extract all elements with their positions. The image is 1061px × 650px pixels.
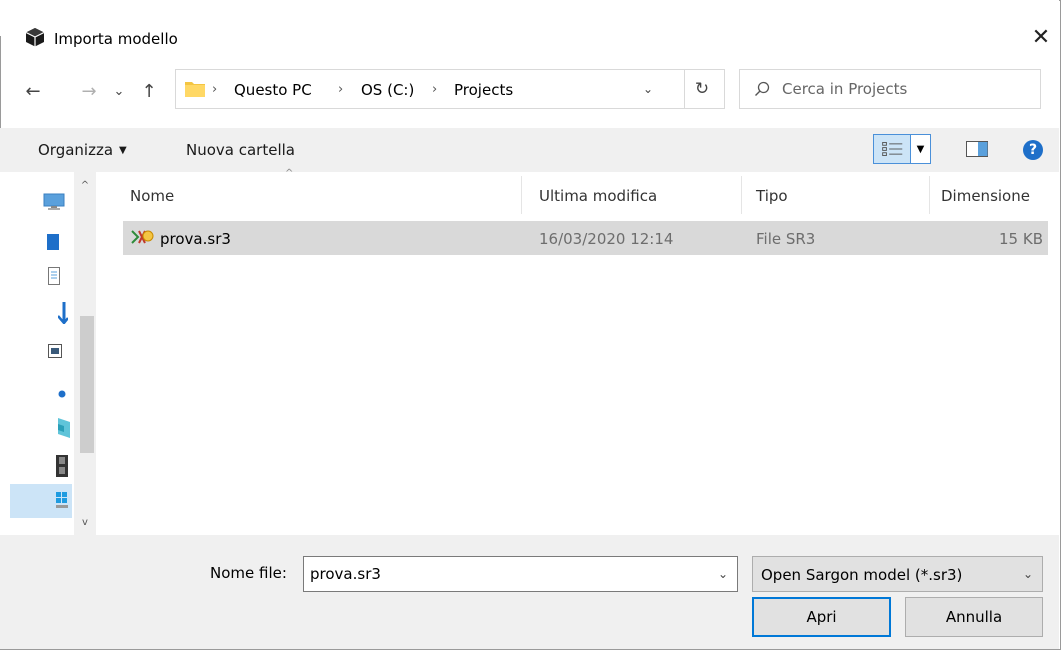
column-divider[interactable]	[521, 176, 522, 214]
file-name[interactable]: prova.sr3	[160, 229, 231, 249]
breadcrumb-separator: ›	[432, 82, 438, 97]
breadcrumb-separator: ›	[338, 82, 344, 97]
up-button[interactable]: ↑	[136, 81, 162, 103]
nav-scrollbar-thumb[interactable]	[80, 316, 94, 453]
filename-label: Nome file:	[210, 564, 287, 582]
sort-ascending-icon: ^	[285, 168, 294, 179]
breadcrumb-drive[interactable]: OS (C:)	[361, 80, 414, 100]
open-button[interactable]: Apri	[752, 597, 891, 637]
3d-objects-icon[interactable]	[56, 416, 70, 440]
documents-icon[interactable]	[48, 267, 60, 285]
search-box[interactable]	[739, 69, 1041, 109]
sr3-file-icon	[131, 230, 154, 244]
search-icon	[755, 81, 770, 96]
file-type-filter[interactable]: Open Sargon model (*.sr3) ⌄	[752, 556, 1043, 592]
new-folder-button[interactable]: Nuova cartella	[186, 139, 295, 161]
column-header-name[interactable]: Nome	[130, 186, 174, 206]
dialog-footer	[0, 535, 1059, 649]
help-icon[interactable]: ?	[1023, 140, 1043, 160]
chevron-down-icon: ▼	[119, 145, 127, 156]
file-size: 15 KB	[999, 230, 1043, 248]
videos-icon[interactable]	[56, 455, 68, 477]
breadcrumb-separator: ›	[212, 82, 218, 97]
filename-combobox[interactable]: ⌄	[303, 556, 738, 592]
windows-drive-icon[interactable]	[56, 492, 68, 508]
desktop-icon[interactable]	[46, 233, 60, 251]
file-type-filter-value: Open Sargon model (*.sr3)	[761, 566, 963, 584]
cancel-button[interactable]: Annulla	[905, 597, 1043, 637]
divider	[684, 70, 685, 108]
breadcrumb-projects[interactable]: Projects	[454, 80, 513, 100]
recent-locations-button[interactable]: ⌄	[106, 81, 132, 103]
file-type: File SR3	[756, 230, 816, 248]
search-input[interactable]	[782, 78, 1022, 100]
back-button[interactable]: ←	[20, 81, 46, 103]
close-button[interactable]: ✕	[1028, 25, 1054, 51]
column-header-modified[interactable]: Ultima modifica	[539, 186, 657, 206]
view-options-button[interactable]	[873, 134, 911, 164]
file-modified: 16/03/2020 12:14	[539, 230, 674, 248]
filename-input[interactable]	[310, 563, 700, 585]
chevron-down-icon[interactable]: ⌄	[714, 565, 732, 583]
downloads-icon[interactable]	[58, 302, 68, 324]
column-divider[interactable]	[929, 176, 930, 214]
refresh-icon[interactable]: ↻	[691, 78, 713, 100]
pictures-icon[interactable]	[48, 344, 62, 358]
organize-label: Organizza	[38, 141, 114, 159]
view-dropdown-button[interactable]: ▼	[911, 134, 931, 164]
app-icon	[25, 28, 45, 47]
column-divider[interactable]	[741, 176, 742, 214]
address-bar[interactable]: › Questo PC › OS (C:) › Projects ⌄ ↻	[175, 69, 725, 109]
column-header-size[interactable]: Dimensione	[941, 186, 1030, 206]
preview-pane-icon[interactable]	[966, 141, 988, 157]
details-view-icon	[882, 142, 903, 156]
scroll-up-icon[interactable]: ^	[75, 178, 95, 194]
computer-icon[interactable]	[43, 193, 65, 211]
folder-icon	[185, 82, 205, 97]
organize-menu[interactable]: Organizza ▼	[38, 139, 127, 162]
dialog-title: Importa modello	[54, 30, 178, 48]
music-icon[interactable]	[58, 390, 66, 398]
forward-button[interactable]: →	[76, 81, 102, 103]
scroll-down-icon[interactable]: v	[75, 515, 95, 531]
column-header-type[interactable]: Tipo	[756, 186, 788, 206]
address-dropdown-icon[interactable]: ⌄	[638, 79, 658, 99]
breadcrumb-this-pc[interactable]: Questo PC	[234, 80, 312, 100]
chevron-down-icon: ⌄	[1022, 567, 1034, 581]
